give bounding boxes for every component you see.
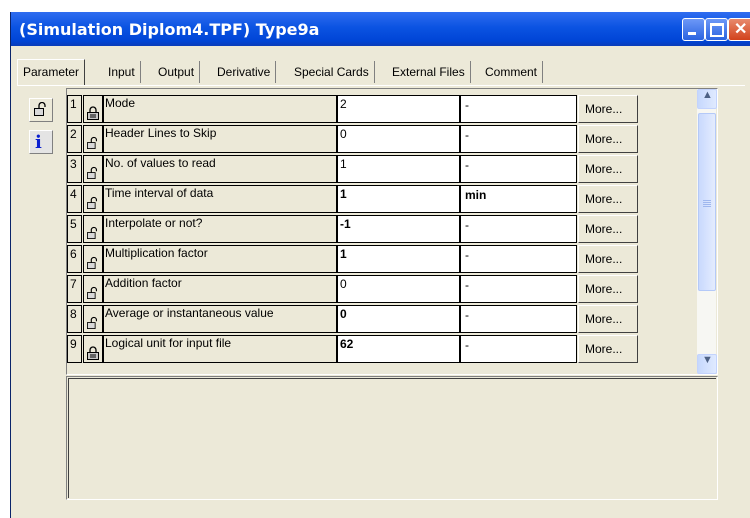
padlock-open-icon (34, 102, 46, 116)
parameter-name: Multiplication factor (103, 245, 337, 273)
tab-special-cards[interactable]: Special Cards (289, 61, 375, 83)
row-number: 5 (67, 215, 82, 243)
parameter-value-field[interactable]: -1 (337, 215, 460, 243)
title-bar[interactable]: (Simulation Diplom4.TPF) Type9a ✕ (11, 12, 750, 46)
row-number: 4 (67, 185, 82, 213)
scroll-up-button[interactable]: ▲ (697, 89, 717, 109)
parameter-name: Average or instantaneous value (103, 305, 337, 333)
parameter-name: Mode (103, 95, 337, 123)
parameter-name: Time interval of data (103, 185, 337, 213)
row-number: 9 (67, 335, 82, 363)
more-button[interactable]: More... (578, 215, 638, 243)
description-panel (66, 376, 718, 500)
lock-toggle[interactable] (83, 125, 103, 153)
more-button[interactable]: More... (578, 125, 638, 153)
parameter-value-field[interactable]: 0 (337, 125, 460, 153)
close-icon: ✕ (734, 21, 748, 38)
tab-external-files[interactable]: External Files (387, 61, 471, 83)
parameter-unit-field[interactable]: - (460, 125, 577, 153)
lock-toggle[interactable] (83, 215, 103, 243)
maximize-button[interactable] (705, 18, 728, 41)
parameter-value-field[interactable]: 62 (337, 335, 460, 363)
lock-toggle[interactable] (83, 275, 103, 303)
more-button[interactable]: More... (578, 155, 638, 183)
parameter-unit-field[interactable]: - (460, 335, 577, 363)
lock-toggle[interactable] (83, 95, 103, 123)
grip-icon (703, 200, 711, 201)
parameter-unit-field[interactable]: min (460, 185, 577, 213)
parameter-value-field[interactable]: 2 (337, 95, 460, 123)
parameter-name: Logical unit for input file (103, 335, 337, 363)
parameter-name: Interpolate or not? (103, 215, 337, 243)
parameter-unit-field[interactable]: - (460, 215, 577, 243)
tab-panel-border (17, 85, 745, 86)
more-button[interactable]: More... (578, 245, 638, 273)
scroll-down-button[interactable]: ▼ (697, 354, 717, 374)
row-number: 7 (67, 275, 82, 303)
lock-toggle[interactable] (83, 155, 103, 183)
parameter-unit-field[interactable]: - (460, 305, 577, 333)
parameter-value-field[interactable]: 1 (337, 185, 460, 213)
info-button[interactable]: i (29, 130, 53, 154)
tab-derivative[interactable]: Derivative (212, 61, 277, 83)
row-number: 6 (67, 245, 82, 273)
parameter-name: Header Lines to Skip (103, 125, 337, 153)
more-button[interactable]: More... (578, 95, 638, 123)
parameter-unit-field[interactable]: - (460, 245, 577, 273)
parameter-value-field[interactable]: 1 (337, 155, 460, 183)
window-title: (Simulation Diplom4.TPF) Type9a (19, 20, 320, 39)
parameter-value-field[interactable]: 1 (337, 245, 460, 273)
more-button[interactable]: More... (578, 275, 638, 303)
row-number: 1 (67, 95, 82, 123)
parameter-name: Addition factor (103, 275, 337, 303)
tab-comment[interactable]: Comment (480, 61, 544, 83)
chevron-up-icon: ▲ (702, 89, 713, 101)
scroll-thumb[interactable] (698, 113, 716, 291)
description-text (68, 378, 716, 498)
lock-toggle[interactable] (83, 335, 103, 363)
parameter-value-field[interactable]: 0 (337, 305, 460, 333)
lock-toggle[interactable] (83, 245, 103, 273)
lock-toggle-button[interactable] (29, 98, 53, 122)
info-icon: i (35, 132, 42, 153)
parameter-unit-field[interactable]: - (460, 155, 577, 183)
close-button[interactable]: ✕ (728, 18, 750, 41)
more-button[interactable]: More... (578, 335, 638, 363)
lock-toggle[interactable] (83, 185, 103, 213)
vertical-scrollbar[interactable]: ▲ ▼ (697, 89, 717, 374)
parameter-value-field[interactable]: 0 (337, 275, 460, 303)
more-button[interactable]: More... (578, 305, 638, 333)
tab-output[interactable]: Output (153, 61, 201, 83)
lock-toggle[interactable] (83, 305, 103, 333)
parameter-grid: 1 Mode 2- More... 2 Header Lines to Skip 0- Mor… (66, 88, 718, 375)
parameter-unit-field[interactable]: - (460, 275, 577, 303)
minimize-button[interactable] (682, 18, 705, 41)
tab-input[interactable]: Input (103, 61, 141, 83)
parameter-name: No. of values to read (103, 155, 337, 183)
row-number: 3 (67, 155, 82, 183)
row-number: 8 (67, 305, 82, 333)
chevron-down-icon: ▼ (702, 354, 713, 366)
parameter-unit-field[interactable]: - (460, 95, 577, 123)
tab-parameter[interactable]: Parameter (17, 59, 86, 85)
more-button[interactable]: More... (578, 185, 638, 213)
row-number: 2 (67, 125, 82, 153)
